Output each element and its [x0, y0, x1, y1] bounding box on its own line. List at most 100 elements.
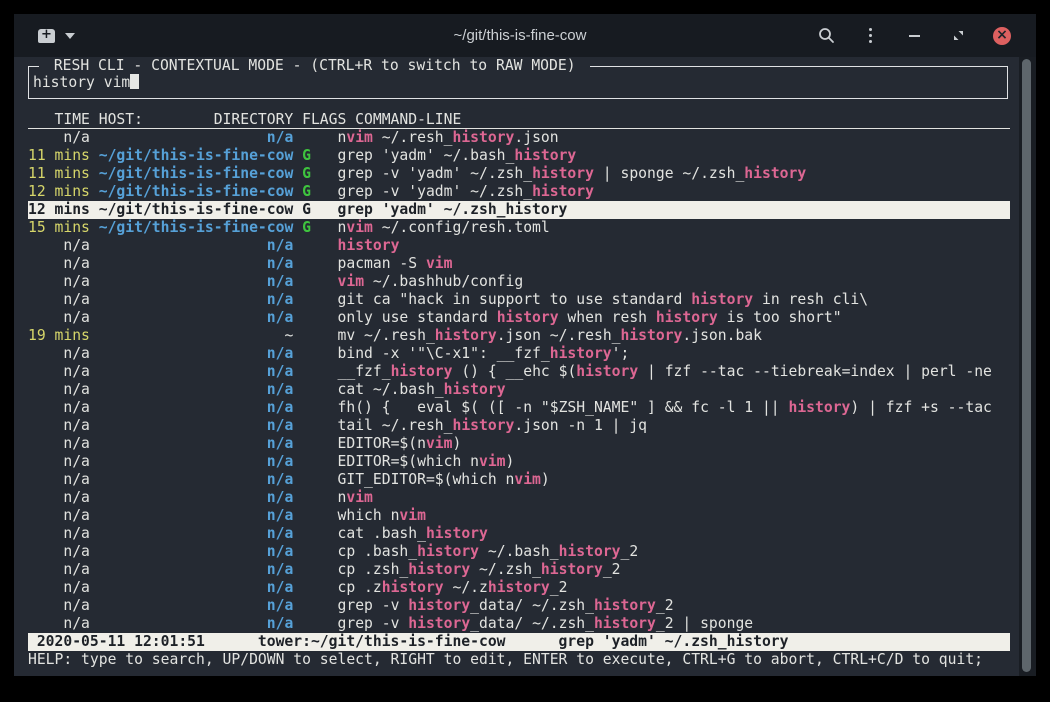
history-row: n/a n/a cp .zsh_history ~/.zsh_history_2 — [28, 561, 1010, 579]
row-time: n/a — [28, 291, 99, 308]
row-command-text: cat ~/.bash_ — [338, 381, 444, 398]
search-query-text: history vim — [33, 74, 130, 91]
row-directory: n/a — [99, 291, 302, 308]
row-command-match: history — [497, 309, 559, 326]
row-command-text: _2 — [621, 543, 639, 560]
scrollbar-thumb[interactable] — [1022, 59, 1031, 672]
row-command-text: grep 'yadm' ~/.bash_ — [338, 147, 515, 164]
history-row: n/a n/a GIT_EDITOR=$(which nvim) — [28, 471, 1010, 489]
terminal-screen[interactable]: RESH CLI - CONTEXTUAL MODE - (CTRL+R to … — [14, 57, 1036, 676]
row-time: 12 mins — [28, 183, 99, 200]
history-row: 15 mins ~/git/this-is-fine-cow G nvim ~/… — [28, 219, 1010, 237]
new-tab-button[interactable] — [38, 29, 55, 43]
row-flags: G — [302, 165, 337, 182]
row-command-text: _2 | sponge — [656, 615, 753, 632]
row-command-match: history — [444, 381, 506, 398]
row-directory: n/a — [99, 543, 302, 560]
history-row: n/a n/a history — [28, 237, 1010, 255]
row-time: n/a — [28, 507, 99, 524]
row-command-text: only use standard — [338, 309, 497, 326]
row-command-text: GIT_EDITOR=$(which n — [338, 471, 515, 488]
row-command-text: () { __ehc $( — [452, 363, 576, 380]
row-command-match: history — [559, 543, 621, 560]
row-command-text: in resh cli\ — [753, 291, 868, 308]
row-command-text: ~/.config/resh.toml — [373, 219, 550, 236]
row-command-match: history — [408, 597, 470, 614]
row-command-text: .json ~/.resh_ — [497, 327, 621, 344]
row-command-text: grep -v 'yadm' ~/.zsh_ — [338, 165, 533, 182]
row-flags — [302, 561, 337, 578]
restore-icon — [953, 30, 964, 41]
row-time: n/a — [28, 489, 99, 506]
history-row: n/a n/a nvim ~/.resh_history.json — [28, 129, 1010, 147]
row-flags — [302, 381, 337, 398]
row-flags — [302, 435, 337, 452]
history-row: n/a n/a vim ~/.bashhub/config — [28, 273, 1010, 291]
row-command-match: history — [391, 363, 453, 380]
history-row: 11 mins ~/git/this-is-fine-cow G grep -v… — [28, 165, 1010, 183]
row-command-text: ) — [541, 471, 550, 488]
row-command-match: history — [744, 165, 806, 182]
row-directory: ~/git/this-is-fine-cow — [99, 147, 302, 164]
row-flags — [302, 291, 337, 308]
scrollbar-track[interactable] — [1019, 57, 1036, 676]
row-command-text: EDITOR=$(n — [338, 435, 426, 452]
row-flags — [302, 309, 337, 326]
history-row: 11 mins ~/git/this-is-fine-cow G grep 'y… — [28, 147, 1010, 165]
row-command-text: _2 — [550, 579, 568, 596]
row-flags — [302, 615, 337, 632]
row-command-text: _data/ ~/.zsh_ — [470, 615, 594, 632]
window-title: ~/git/this-is-fine-cow — [224, 27, 816, 44]
row-command-text: .json — [514, 129, 558, 146]
row-command-match: vim — [346, 129, 373, 146]
row-command-match: history — [452, 129, 514, 146]
row-flags — [302, 345, 337, 362]
search-button[interactable] — [816, 26, 836, 46]
row-command-text: | fzf --tac --tiebreak=index | perl -ne — [638, 363, 992, 380]
row-command-text: _2 — [603, 561, 621, 578]
row-flags: G — [302, 147, 337, 164]
row-time: 15 mins — [28, 219, 99, 236]
row-directory: n/a — [99, 579, 302, 596]
row-command-text: _data/ ~/.zsh_ — [470, 597, 594, 614]
row-command-text: cp .bash_ — [338, 543, 418, 560]
resh-search-box: RESH CLI - CONTEXTUAL MODE - (CTRL+R to … — [28, 66, 1008, 99]
chevron-down-icon — [65, 33, 75, 39]
row-command-text: ) — [506, 453, 515, 470]
history-list: n/a n/a nvim ~/.resh_history.json11 mins… — [28, 129, 1010, 633]
history-row: n/a n/a cat ~/.bash_history — [28, 381, 1010, 399]
terminal-window: ~/git/this-is-fine-cow — [14, 14, 1036, 676]
minimize-button[interactable] — [904, 26, 924, 46]
help-line: HELP: type to search, UP/DOWN to select,… — [28, 651, 1028, 669]
row-command-text: ) — [452, 435, 461, 452]
row-command-text: EDITOR=$(which n — [338, 453, 479, 470]
row-flags: G — [302, 183, 337, 200]
tab-dropdown-button[interactable] — [65, 33, 75, 39]
row-command-match: history — [408, 615, 470, 632]
close-button[interactable] — [992, 26, 1012, 46]
row-command-text: grep -v — [338, 615, 409, 632]
row-command-match: vim — [479, 453, 506, 470]
row-flags — [302, 327, 337, 344]
row-directory: n/a — [99, 489, 302, 506]
row-time: n/a — [28, 579, 99, 596]
row-command-text: .json -n 1 | jq — [514, 417, 647, 434]
row-command-text: grep -v 'yadm' ~/.zsh_ — [338, 183, 533, 200]
menu-button[interactable] — [860, 26, 880, 46]
row-command-text: when resh — [559, 309, 656, 326]
row-directory: n/a — [99, 435, 302, 452]
row-command-match: history — [621, 327, 683, 344]
history-row: n/a n/a cat .bash_history — [28, 525, 1010, 543]
text-cursor — [130, 74, 139, 89]
close-icon — [993, 27, 1011, 45]
row-command-text: ~/.resh_ — [373, 129, 453, 146]
row-time: n/a — [28, 399, 99, 416]
history-row-selected: 12 mins ~/git/this-is-fine-cow G grep 'y… — [28, 201, 1010, 219]
row-time: n/a — [28, 417, 99, 434]
row-time: 11 mins — [28, 165, 99, 182]
row-command-match: vim — [514, 471, 541, 488]
restore-button[interactable] — [948, 26, 968, 46]
history-row: n/a n/a git ca "hack in support to use s… — [28, 291, 1010, 309]
row-directory: n/a — [99, 561, 302, 578]
search-input[interactable]: history vim — [33, 67, 1003, 98]
